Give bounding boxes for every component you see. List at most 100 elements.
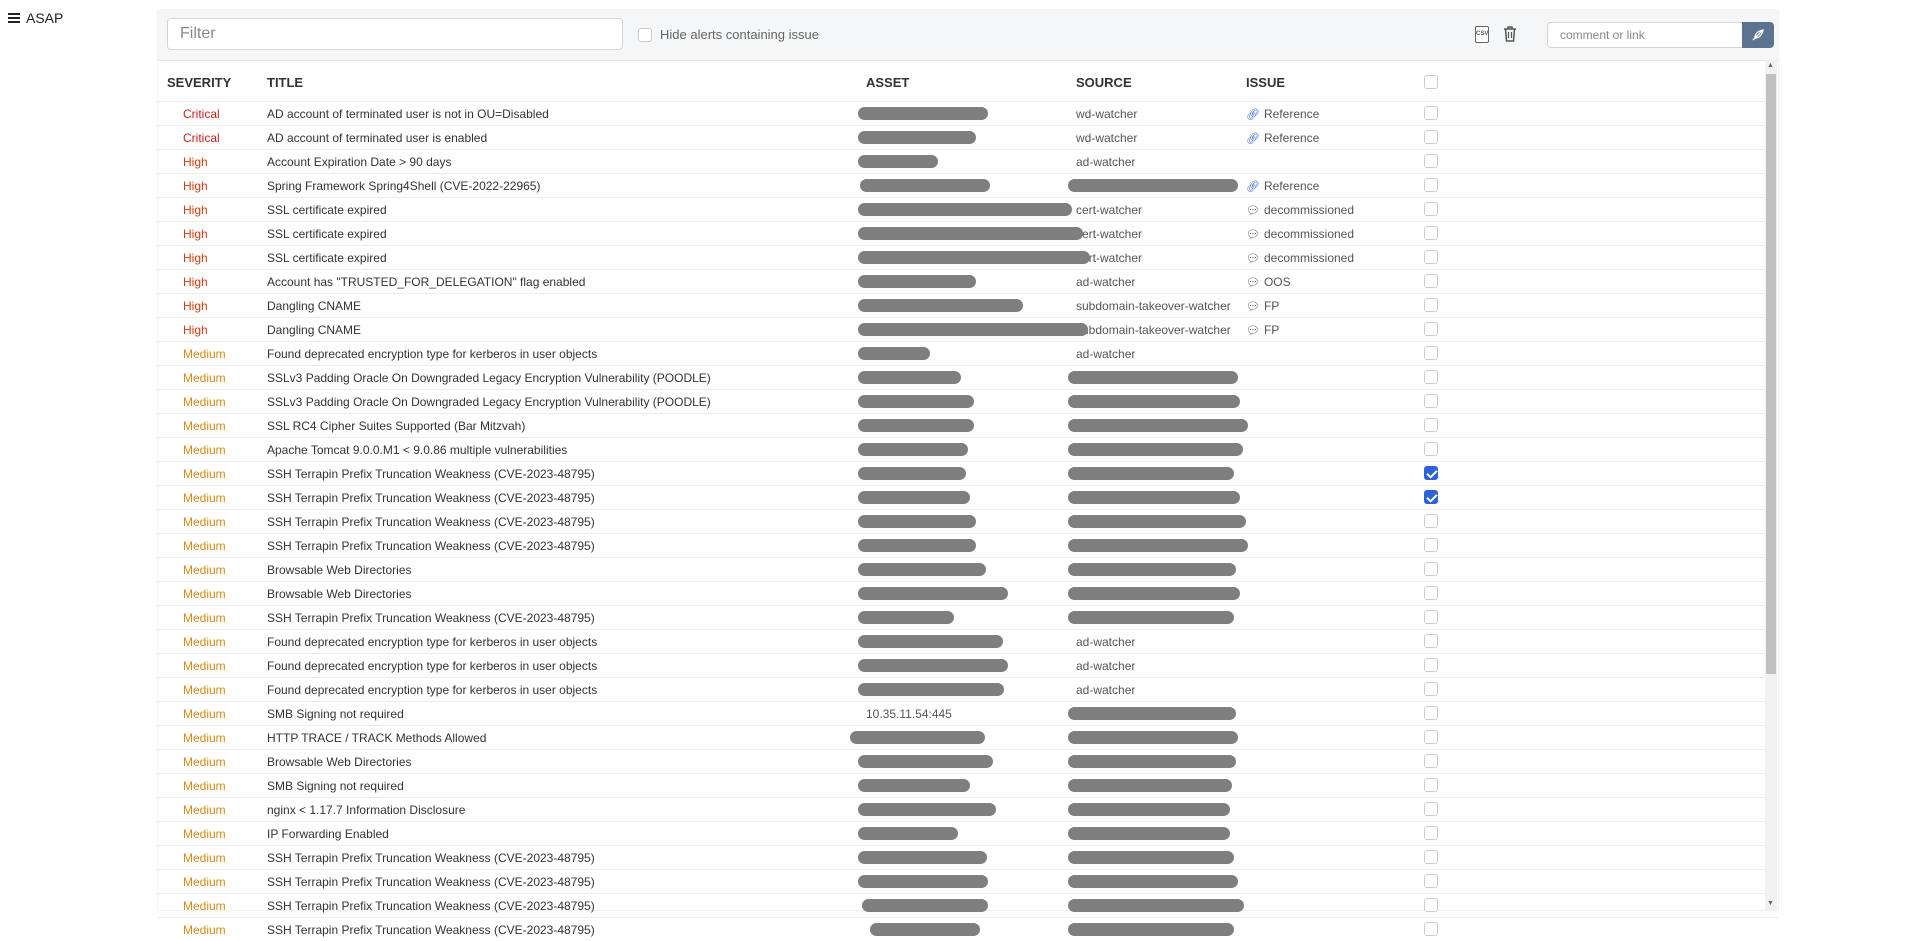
row-checkbox[interactable] xyxy=(1424,658,1438,672)
row-checkbox[interactable] xyxy=(1424,802,1438,816)
table-row[interactable]: Medium Browsable Web Directories xyxy=(158,749,1778,773)
table-row[interactable]: Medium Found deprecated encryption type f… xyxy=(158,677,1778,701)
table-row[interactable]: Medium HTTP TRACE / TRACK Methods Allowed xyxy=(158,725,1778,749)
row-checkbox[interactable] xyxy=(1424,514,1438,528)
issue-value[interactable]: 💬︎ OOS xyxy=(1246,275,1291,289)
row-checkbox[interactable] xyxy=(1424,874,1438,888)
header-source[interactable]: SOURCE xyxy=(1076,75,1132,90)
table-row[interactable]: Medium SSL RC4 Cipher Suites Supported (B… xyxy=(158,413,1778,437)
table-row[interactable]: Medium SSLv3 Padding Oracle On Downgraded… xyxy=(158,389,1778,413)
table-row[interactable]: Medium SMB Signing not required 10.35.11.5… xyxy=(158,701,1778,725)
row-checkbox[interactable] xyxy=(1424,634,1438,648)
link-icon: 🔗︎ xyxy=(1246,132,1260,145)
row-checkbox[interactable] xyxy=(1424,706,1438,720)
table-row[interactable]: Medium nginx < 1.17.7 Information Disclos… xyxy=(158,797,1778,821)
row-checkbox[interactable] xyxy=(1424,370,1438,384)
menu-icon[interactable] xyxy=(8,13,20,23)
table-row[interactable]: High SSL certificate expired cert-watcher 💬… xyxy=(158,197,1778,221)
row-checkbox[interactable] xyxy=(1424,682,1438,696)
select-all-checkbox[interactable] xyxy=(1424,75,1438,89)
row-checkbox[interactable] xyxy=(1424,466,1438,480)
table-row[interactable]: High Account has "TRUSTED_FOR_DELEGATION"… xyxy=(158,269,1778,293)
row-checkbox[interactable] xyxy=(1424,490,1438,504)
row-checkbox[interactable] xyxy=(1424,730,1438,744)
table-row[interactable]: Medium SSLv3 Padding Oracle On Downgraded… xyxy=(158,365,1778,389)
hide-alerts-toggle[interactable]: Hide alerts containing issue xyxy=(638,27,819,42)
app-title[interactable]: ASAP xyxy=(26,10,63,26)
table-row[interactable]: Medium SSH Terrapin Prefix Truncation Wea… xyxy=(158,485,1778,509)
table-row[interactable]: High SSL certificate expired cert-watcher 💬… xyxy=(158,221,1778,245)
table-row[interactable]: Medium SSH Terrapin Prefix Truncation Wea… xyxy=(158,917,1778,941)
table-row[interactable]: Critical AD account of terminated user is… xyxy=(158,101,1778,125)
scrollbar-thumb[interactable] xyxy=(1766,74,1776,674)
scroll-down-icon[interactable]: ▼ xyxy=(1767,900,1774,907)
comment-input[interactable]: comment or link xyxy=(1547,22,1743,48)
row-checkbox[interactable] xyxy=(1424,298,1438,312)
submit-comment-button[interactable] xyxy=(1742,22,1774,48)
csv-export-icon[interactable]: CSV xyxy=(1475,26,1489,43)
header-asset[interactable]: ASSET xyxy=(866,75,909,90)
table-row[interactable]: Medium IP Forwarding Enabled xyxy=(158,821,1778,845)
issue-value[interactable]: 💬︎ decommissioned xyxy=(1246,251,1354,265)
issue-value[interactable]: 🔗︎ Reference xyxy=(1246,107,1319,121)
row-checkbox[interactable] xyxy=(1424,898,1438,912)
table-row[interactable]: Medium Browsable Web Directories xyxy=(158,557,1778,581)
row-checkbox[interactable] xyxy=(1424,586,1438,600)
row-checkbox[interactable] xyxy=(1424,346,1438,360)
header-title[interactable]: TITLE xyxy=(267,75,303,90)
table-row[interactable]: Medium SSH Terrapin Prefix Truncation Wea… xyxy=(158,533,1778,557)
row-checkbox[interactable] xyxy=(1424,322,1438,336)
issue-value[interactable]: 🔗︎ Reference xyxy=(1246,179,1319,193)
row-checkbox[interactable] xyxy=(1424,826,1438,840)
severity-label: Medium xyxy=(183,611,226,625)
issue-value[interactable]: 🔗︎ Reference xyxy=(1246,131,1319,145)
table-row[interactable]: Medium Found deprecated encryption type f… xyxy=(158,629,1778,653)
table-row[interactable]: Medium SSH Terrapin Prefix Truncation Wea… xyxy=(158,461,1778,485)
table-row[interactable]: High SSL certificate expired cert-watcher 💬… xyxy=(158,245,1778,269)
table-row[interactable]: Critical AD account of terminated user is… xyxy=(158,125,1778,149)
row-checkbox[interactable] xyxy=(1424,178,1438,192)
header-issue[interactable]: ISSUE xyxy=(1246,75,1285,90)
hide-alerts-checkbox[interactable] xyxy=(638,27,652,42)
row-checkbox[interactable] xyxy=(1424,538,1438,552)
row-checkbox[interactable] xyxy=(1424,202,1438,216)
scroll-up-icon[interactable]: ▲ xyxy=(1767,62,1774,69)
table-row[interactable]: Medium Apache Tomcat 9.0.0.M1 < 9.0.86 mu… xyxy=(158,437,1778,461)
row-checkbox[interactable] xyxy=(1424,226,1438,240)
issue-value[interactable]: 💬︎ decommissioned xyxy=(1246,203,1354,217)
row-checkbox[interactable] xyxy=(1424,850,1438,864)
table-row[interactable]: Medium SMB Signing not required xyxy=(158,773,1778,797)
row-checkbox[interactable] xyxy=(1424,610,1438,624)
row-checkbox[interactable] xyxy=(1424,418,1438,432)
row-checkbox[interactable] xyxy=(1424,154,1438,168)
table-row[interactable]: High Dangling CNAME subdomain-takeover-wat… xyxy=(158,293,1778,317)
row-checkbox[interactable] xyxy=(1424,442,1438,456)
table-row[interactable]: Medium SSH Terrapin Prefix Truncation Wea… xyxy=(158,869,1778,893)
table-row[interactable]: Medium SSH Terrapin Prefix Truncation Wea… xyxy=(158,845,1778,869)
issue-value[interactable]: 💬︎ FP xyxy=(1246,323,1279,337)
trash-icon[interactable] xyxy=(1503,26,1519,44)
row-checkbox[interactable] xyxy=(1424,274,1438,288)
issue-value[interactable]: 💬︎ FP xyxy=(1246,299,1279,313)
issue-value[interactable]: 💬︎ decommissioned xyxy=(1246,227,1354,241)
header-severity[interactable]: SEVERITY xyxy=(167,75,231,90)
row-checkbox[interactable] xyxy=(1424,754,1438,768)
row-checkbox[interactable] xyxy=(1424,562,1438,576)
table-row[interactable]: High Spring Framework Spring4Shell (CVE-2… xyxy=(158,173,1778,197)
filter-input[interactable]: Filter xyxy=(167,18,623,50)
table-row[interactable]: Medium SSH Terrapin Prefix Truncation Wea… xyxy=(158,893,1778,917)
table-row[interactable]: High Dangling CNAME subdomain-takeover-wat… xyxy=(158,317,1778,341)
table-row[interactable]: Medium SSH Terrapin Prefix Truncation Wea… xyxy=(158,605,1778,629)
row-checkbox[interactable] xyxy=(1424,250,1438,264)
table-row[interactable]: High Account Expiration Date > 90 days ad-… xyxy=(158,149,1778,173)
row-checkbox[interactable] xyxy=(1424,106,1438,120)
row-checkbox[interactable] xyxy=(1424,394,1438,408)
row-checkbox[interactable] xyxy=(1424,778,1438,792)
table-row[interactable]: Medium Found deprecated encryption type f… xyxy=(158,653,1778,677)
table-row[interactable]: Medium Browsable Web Directories xyxy=(158,581,1778,605)
redacted-source xyxy=(1068,755,1236,768)
row-checkbox[interactable] xyxy=(1424,922,1438,936)
table-row[interactable]: Medium SSH Terrapin Prefix Truncation Wea… xyxy=(158,509,1778,533)
row-checkbox[interactable] xyxy=(1424,130,1438,144)
table-row[interactable]: Medium Found deprecated encryption type f… xyxy=(158,341,1778,365)
